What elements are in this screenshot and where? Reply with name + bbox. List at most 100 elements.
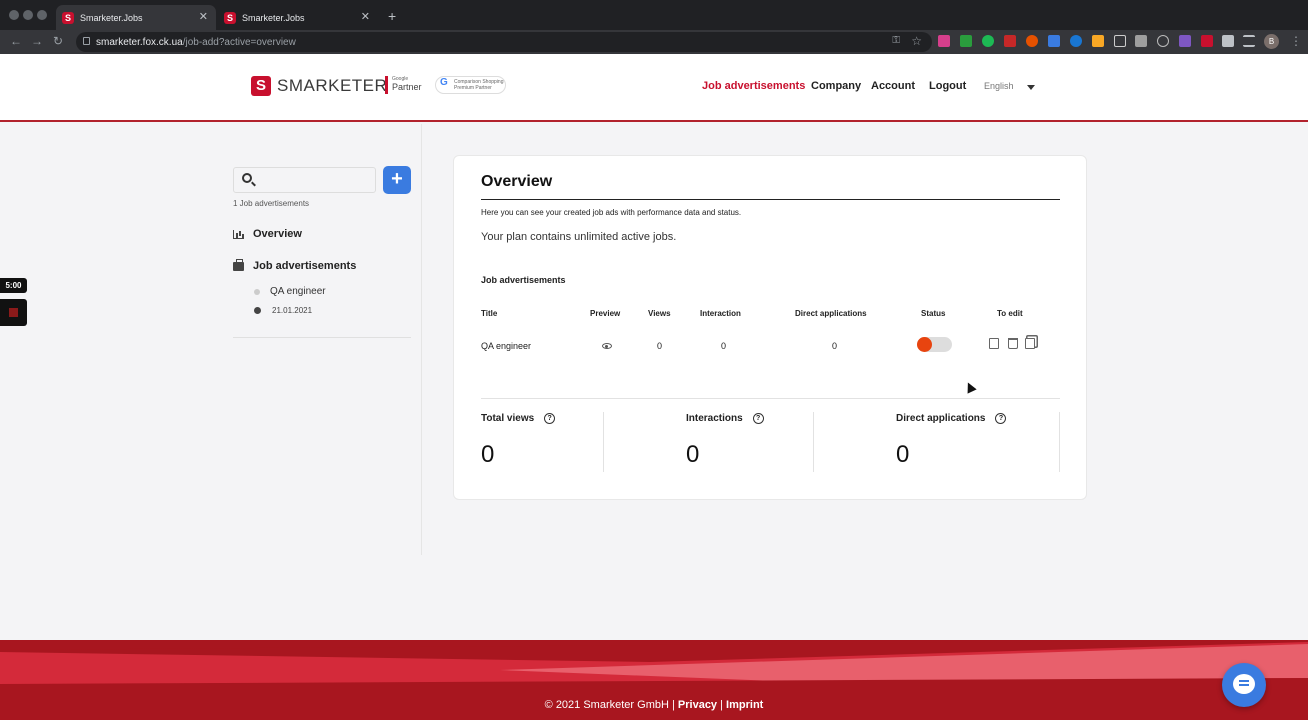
- nav-job-advertisements[interactable]: Job advertisements: [702, 80, 805, 92]
- search-box[interactable]: [233, 167, 376, 193]
- window-close-dot[interactable]: [9, 10, 19, 20]
- nav-logout[interactable]: Logout: [929, 80, 966, 92]
- bookmark-star-icon[interactable]: ☆: [911, 34, 922, 48]
- search-input[interactable]: [260, 170, 370, 190]
- extension-icon[interactable]: [982, 35, 994, 47]
- section-title: Job advertisements: [481, 275, 566, 285]
- sidebar-item-overview[interactable]: Overview: [233, 228, 302, 240]
- extension-icon[interactable]: [1135, 35, 1147, 47]
- privacy-link[interactable]: Privacy: [678, 699, 717, 711]
- job-count-label: 1 Job advertisements: [233, 199, 310, 208]
- stat-value-total-views: 0: [481, 441, 495, 468]
- url-bar[interactable]: smarketer.fox.ck.ua/job-add?active=overv…: [76, 32, 932, 52]
- briefcase-icon: [233, 258, 244, 271]
- browser-tab-1[interactable]: S Smarketer.Jobs ✕: [56, 5, 216, 30]
- row-views: 0: [657, 341, 663, 351]
- extension-icon[interactable]: [960, 35, 972, 47]
- imprint-link[interactable]: Imprint: [726, 699, 763, 711]
- help-icon[interactable]: ?: [544, 413, 556, 424]
- extension-icon[interactable]: [1070, 35, 1082, 47]
- language-select[interactable]: English: [984, 81, 1014, 91]
- tab-title: Smarketer.Jobs: [80, 12, 143, 23]
- logo-text: SMARKETER: [277, 76, 388, 95]
- extension-icon[interactable]: [938, 35, 950, 47]
- sidebar-item-job-advertisements[interactable]: Job advertisements: [233, 258, 357, 272]
- google-partner-badge: Google Partner: [385, 76, 422, 94]
- column-header-direct-applications: Direct applications: [795, 309, 867, 318]
- site-footer: © 2021 Smarketer GmbH | Privacy | Imprin…: [0, 640, 1308, 720]
- nav-company[interactable]: Company: [811, 80, 861, 92]
- stat-label-total-views: Total views ?: [481, 413, 556, 424]
- chat-bubble-icon: [1233, 674, 1255, 694]
- search-icon: [242, 173, 252, 183]
- help-icon[interactable]: ?: [995, 413, 1007, 424]
- tab-close-icon[interactable]: ✕: [199, 10, 208, 23]
- stat-label-direct-applications: Direct applications ?: [896, 413, 1007, 424]
- extension-icon[interactable]: [1179, 35, 1191, 47]
- puzzle-extensions-icon[interactable]: [1222, 35, 1234, 47]
- chevron-down-icon[interactable]: [1027, 85, 1035, 90]
- tab-bar: S Smarketer.Jobs ✕ S Smarketer.Jobs ✕ +: [0, 0, 1308, 30]
- toggle-knob: [917, 337, 932, 352]
- site-header: S SMARKETER Google Partner G Comparison …: [0, 54, 1308, 122]
- menu-kebab-icon[interactable]: ⋮: [1290, 34, 1302, 48]
- adblock-icon[interactable]: [1004, 35, 1016, 47]
- bar-chart-icon: [233, 229, 244, 239]
- new-tab-icon[interactable]: +: [388, 8, 396, 24]
- extension-icon[interactable]: [1201, 35, 1213, 47]
- browser-tab-2[interactable]: S Smarketer.Jobs ✕: [218, 5, 378, 30]
- window-minimize-dot[interactable]: [23, 10, 33, 20]
- back-icon[interactable]: ←: [10, 34, 22, 48]
- sidebar-item-label: Job advertisements: [253, 260, 357, 272]
- overview-description: Here you can see your created job ads wi…: [481, 208, 742, 217]
- edit-icon[interactable]: [989, 338, 999, 349]
- url-host: smarketer.fox.ck.ua: [96, 36, 183, 48]
- clock-icon: [254, 307, 261, 314]
- browser-chrome: S Smarketer.Jobs ✕ S Smarketer.Jobs ✕ + …: [0, 0, 1308, 54]
- smarketer-logo[interactable]: S SMARKETER: [251, 76, 387, 96]
- smarketer-logo-icon: S: [251, 76, 271, 96]
- stop-recording-button[interactable]: [0, 299, 27, 326]
- overview-card: Overview Here you can see your created j…: [453, 155, 1087, 500]
- forward-icon[interactable]: →: [31, 34, 43, 48]
- extension-icon[interactable]: [1114, 35, 1126, 47]
- sidebar-job-item[interactable]: QA engineer: [254, 286, 326, 297]
- copyright-text: © 2021 Smarketer GmbH |: [544, 699, 675, 711]
- status-toggle[interactable]: [917, 337, 952, 352]
- window-maximize-dot[interactable]: [37, 10, 47, 20]
- sidebar: + 1 Job advertisements Overview Job adve…: [0, 124, 422, 555]
- lock-icon: [83, 37, 90, 45]
- sidebar-divider: [233, 337, 411, 338]
- stat-divider: [813, 412, 814, 472]
- url-path: /job-add?active=overview: [182, 36, 296, 48]
- tab-title: Smarketer.Jobs: [242, 12, 305, 23]
- job-title: QA engineer: [270, 286, 326, 297]
- help-icon[interactable]: ?: [752, 413, 764, 424]
- page-title: Overview: [481, 173, 553, 190]
- trash-icon[interactable]: [1008, 338, 1018, 349]
- key-icon[interactable]: ⚿: [892, 35, 900, 46]
- tab-close-icon[interactable]: ✕: [361, 10, 370, 23]
- translate-icon[interactable]: [1048, 35, 1060, 47]
- add-job-button[interactable]: +: [383, 166, 411, 194]
- reading-list-icon[interactable]: [1243, 35, 1255, 47]
- stat-label-text: Direct applications: [896, 413, 986, 424]
- row-interaction: 0: [721, 341, 727, 351]
- column-header-status: Status: [921, 309, 946, 318]
- footer-separator: |: [720, 699, 723, 711]
- stop-icon: [9, 308, 18, 317]
- reload-icon[interactable]: ↻: [53, 34, 63, 48]
- extension-icon[interactable]: [1026, 35, 1038, 47]
- stat-value-direct-applications: 0: [896, 441, 910, 468]
- column-header-views: Views: [648, 309, 671, 318]
- address-bar-row: ← → ↻ smarketer.fox.ck.ua/job-add?active…: [0, 30, 1308, 54]
- copy-icon[interactable]: [1025, 338, 1035, 349]
- preview-eye-icon[interactable]: [602, 343, 612, 349]
- plan-text: Your plan contains unlimited active jobs…: [481, 231, 677, 243]
- chat-button[interactable]: [1222, 663, 1266, 707]
- profile-avatar[interactable]: B: [1264, 34, 1279, 49]
- extension-icon[interactable]: [1157, 35, 1169, 47]
- extension-icon[interactable]: [1092, 35, 1104, 47]
- premium-line2: Premium Partner: [454, 85, 492, 91]
- nav-account[interactable]: Account: [871, 80, 915, 92]
